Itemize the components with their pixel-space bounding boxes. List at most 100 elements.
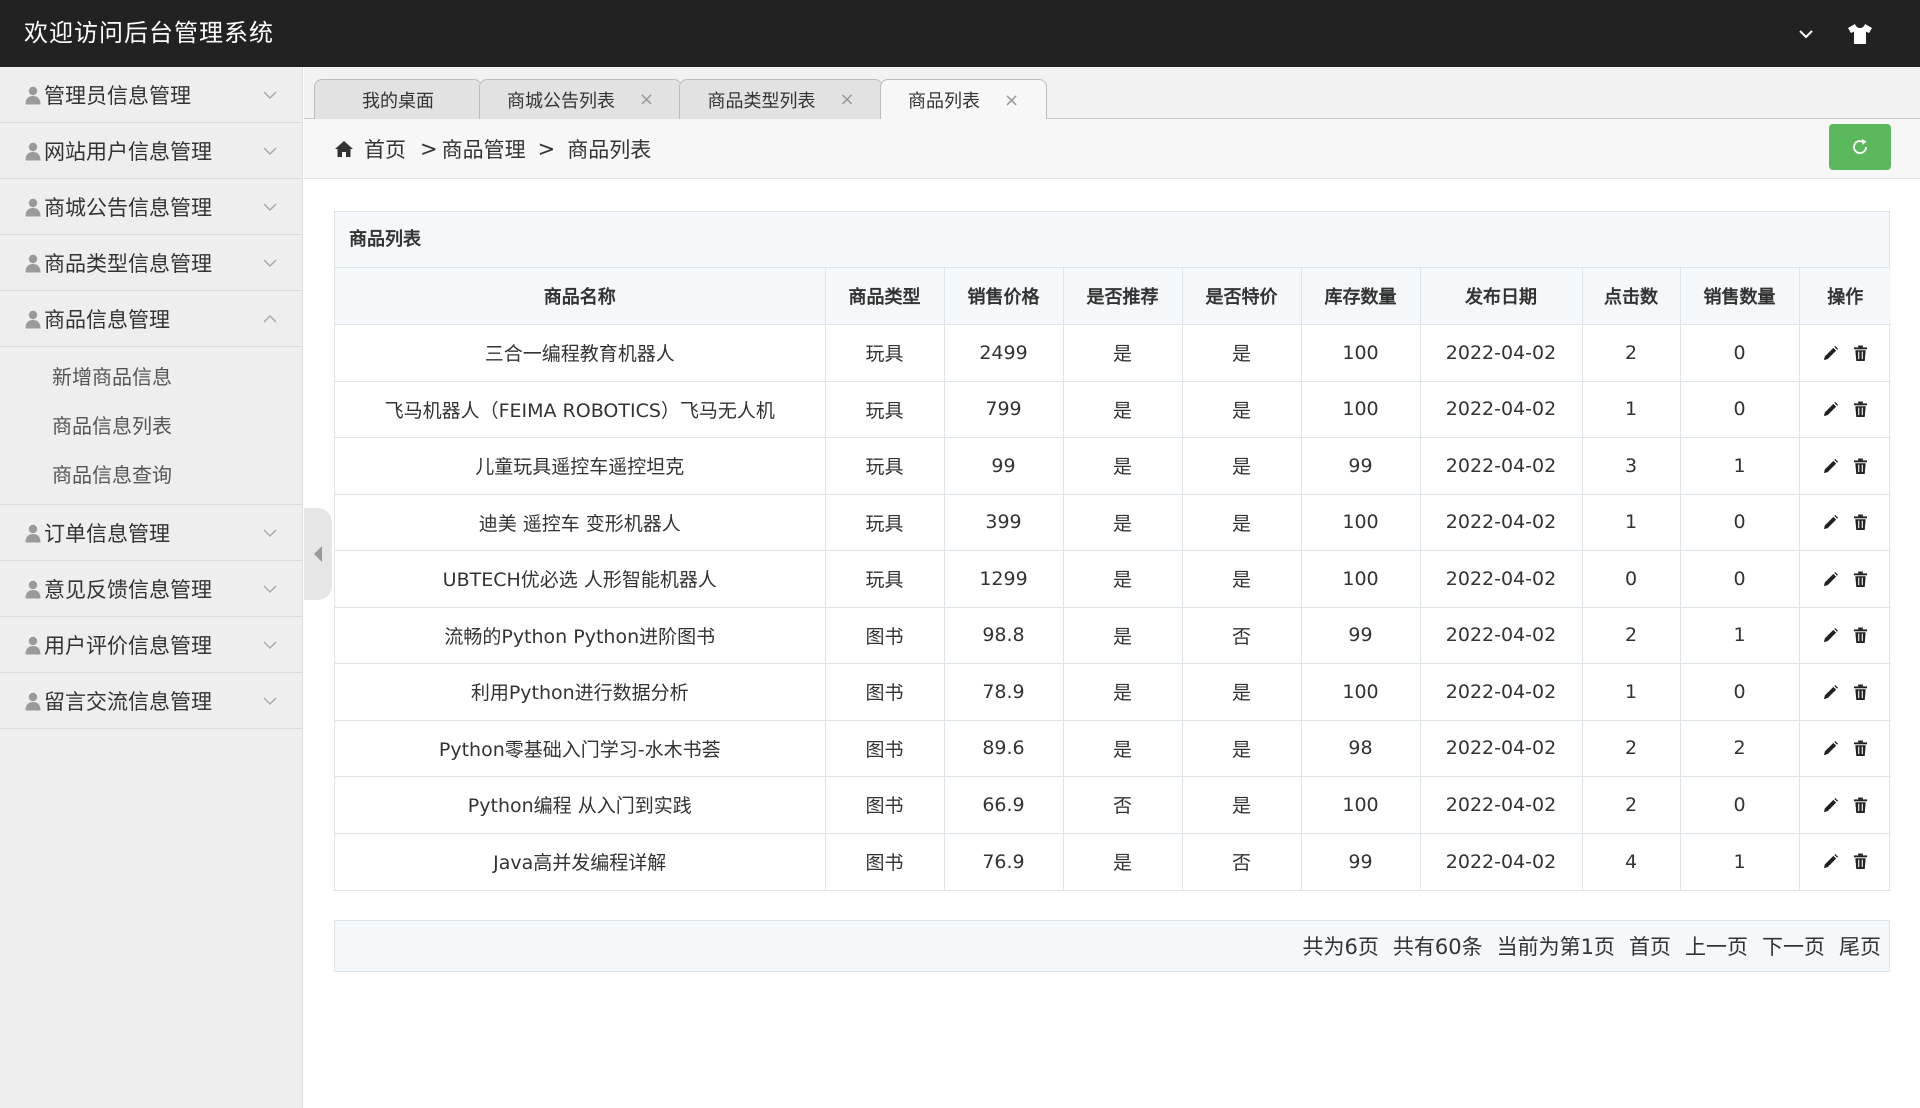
tab-0[interactable]: 我的桌面	[314, 79, 482, 119]
edit-icon[interactable]	[1819, 455, 1841, 477]
trash-icon[interactable]	[1849, 455, 1871, 477]
trash-icon[interactable]	[1849, 794, 1871, 816]
tab-1[interactable]: 商城公告列表 ×	[479, 79, 682, 119]
edit-icon[interactable]	[1819, 342, 1841, 364]
table-cell: 是	[1181, 380, 1302, 438]
row-actions	[1798, 380, 1891, 438]
trash-icon[interactable]	[1849, 342, 1871, 364]
sidebar-menu-6[interactable]: 意见反馈信息管理	[0, 561, 302, 617]
sidebar-subitem-2[interactable]: 商品信息查询	[0, 451, 302, 500]
edit-icon[interactable]	[1819, 794, 1841, 816]
edit-icon[interactable]	[1819, 512, 1841, 534]
chevron-down-icon	[262, 693, 278, 709]
table-cell: 否	[1181, 606, 1302, 664]
trash-icon[interactable]	[1849, 681, 1871, 703]
sidebar-menu-5[interactable]: 订单信息管理	[0, 505, 302, 561]
pager-next-link[interactable]: 下一页	[1762, 931, 1825, 961]
table-cell: 2022-04-02	[1419, 550, 1583, 608]
user-icon	[24, 523, 42, 543]
close-icon[interactable]: ×	[839, 89, 854, 110]
sidebar-subitem-1[interactable]: 商品信息列表	[0, 402, 302, 451]
chevron-down-icon	[262, 199, 278, 215]
chevron-down-icon[interactable]	[1786, 0, 1826, 67]
sidebar-menu-2[interactable]: 商城公告信息管理	[0, 179, 302, 235]
table-cell: 2022-04-02	[1419, 437, 1583, 495]
sidebar-collapse-handle[interactable]	[304, 508, 332, 600]
sidebar-menu-1[interactable]: 网站用户信息管理	[0, 123, 302, 179]
trash-icon[interactable]	[1849, 512, 1871, 534]
edit-icon[interactable]	[1819, 625, 1841, 647]
table-cell: 0	[1679, 776, 1800, 834]
table-row: 迪美 遥控车 变形机器人 玩具 399 是是 100 2022-04-02 1 0	[335, 493, 1891, 551]
table-cell: 玩具	[824, 324, 945, 382]
table-cell: 99	[1300, 437, 1421, 495]
pager-total-items: 共有60条	[1392, 935, 1483, 959]
row-actions	[1798, 719, 1891, 777]
trash-icon[interactable]	[1849, 568, 1871, 590]
table-cell: 是	[1062, 437, 1183, 495]
table-cell: 玩具	[824, 437, 945, 495]
table-cell: 1	[1679, 832, 1800, 890]
table-row: Java高并发编程详解 图书 76.9 是否 99 2022-04-02 4 1	[335, 832, 1891, 890]
sidebar-menu-0[interactable]: 管理员信息管理	[0, 67, 302, 123]
tab-3[interactable]: 商品列表 ×	[880, 79, 1047, 120]
edit-icon[interactable]	[1819, 399, 1841, 421]
user-icon	[24, 197, 42, 217]
tab-2[interactable]: 商品类型列表 ×	[679, 79, 883, 119]
refresh-button[interactable]	[1829, 124, 1891, 170]
table-cell: 2022-04-02	[1419, 719, 1583, 777]
pager-prev-link[interactable]: 上一页	[1685, 931, 1748, 961]
user-icon	[24, 309, 42, 329]
table-cell: 迪美 遥控车 变形机器人	[335, 493, 826, 551]
trash-icon[interactable]	[1849, 625, 1871, 647]
edit-icon[interactable]	[1819, 681, 1841, 703]
breadcrumb-goods-management[interactable]: 商品管理	[442, 134, 526, 164]
table-cell: 2022-04-02	[1419, 776, 1583, 834]
goods-table: 商品名称 商品类型 销售价格 是否推荐 是否特价 库存数量 发布日期 点击数 销售数量 操作 三合…	[335, 268, 1891, 890]
refresh-icon	[1853, 139, 1867, 154]
edit-icon[interactable]	[1819, 851, 1841, 873]
table-cell: 1	[1679, 606, 1800, 664]
table-cell: 图书	[824, 776, 945, 834]
trash-icon[interactable]	[1849, 399, 1871, 421]
edit-icon[interactable]	[1819, 568, 1841, 590]
table-cell: 0	[1679, 380, 1800, 438]
sidebar-subitem-0[interactable]: 新增商品信息	[0, 353, 302, 402]
top-header: 欢迎访问后台管理系统	[0, 0, 1920, 67]
sidebar-menu-4[interactable]: 商品信息管理	[0, 291, 302, 347]
table-row: Python编程 从入门到实践 图书 66.9 否是 100 2022-04-02 2 0	[335, 776, 1891, 834]
tshirt-icon[interactable]	[1840, 0, 1880, 67]
table-row: UBTECH优必选 人形智能机器人 玩具 1299 是是 100 2022-04-02 0 0	[335, 550, 1891, 608]
sidebar-menu-7[interactable]: 用户评价信息管理	[0, 617, 302, 673]
trash-icon[interactable]	[1849, 738, 1871, 760]
table-cell: 0	[1581, 550, 1681, 608]
pager-first-link[interactable]: 首页	[1629, 931, 1671, 961]
close-icon[interactable]: ×	[639, 89, 654, 110]
table-cell: 是	[1181, 324, 1302, 382]
caret-left-icon	[314, 546, 322, 562]
edit-icon[interactable]	[1819, 738, 1841, 760]
breadcrumb-home[interactable]: 首页	[364, 134, 406, 164]
table-cell: 是	[1062, 719, 1183, 777]
app-title: 欢迎访问后台管理系统	[24, 19, 274, 47]
breadcrumb-bar: 首页 > 商品管理 > 商品列表	[304, 119, 1920, 179]
sidebar-menu-3[interactable]: 商品类型信息管理	[0, 235, 302, 291]
pager-last-link[interactable]: 尾页	[1839, 931, 1881, 961]
sidebar-submenu: 新增商品信息 商品信息列表 商品信息查询	[0, 347, 302, 505]
user-icon	[24, 691, 42, 711]
table-row: Python零基础入门学习-水木书荟 图书 89.6 是是 98 2022-04-02 2 2	[335, 719, 1891, 777]
sidebar-menu-8[interactable]: 留言交流信息管理	[0, 673, 302, 729]
sidebar-menu-label: 订单信息管理	[44, 521, 170, 546]
table-cell: 图书	[824, 719, 945, 777]
breadcrumb-separator: >	[537, 137, 556, 161]
table-cell: 100	[1300, 550, 1421, 608]
row-actions	[1798, 832, 1891, 890]
sidebar: 管理员信息管理 网站用户信息管理 商城公告信息管理 商品类型信息管理 商品信息管理 新增商…	[0, 67, 303, 1108]
table-cell: 799	[943, 380, 1064, 438]
table-cell: 2022-04-02	[1419, 380, 1583, 438]
table-row: 儿童玩具遥控车遥控坦克 玩具 99 是是 99 2022-04-02 3 1	[335, 437, 1891, 495]
breadcrumb-goods-list: 商品列表	[567, 138, 652, 162]
close-icon[interactable]: ×	[1004, 90, 1019, 111]
trash-icon[interactable]	[1849, 851, 1871, 873]
sidebar-menu-label: 网站用户信息管理	[44, 139, 212, 164]
